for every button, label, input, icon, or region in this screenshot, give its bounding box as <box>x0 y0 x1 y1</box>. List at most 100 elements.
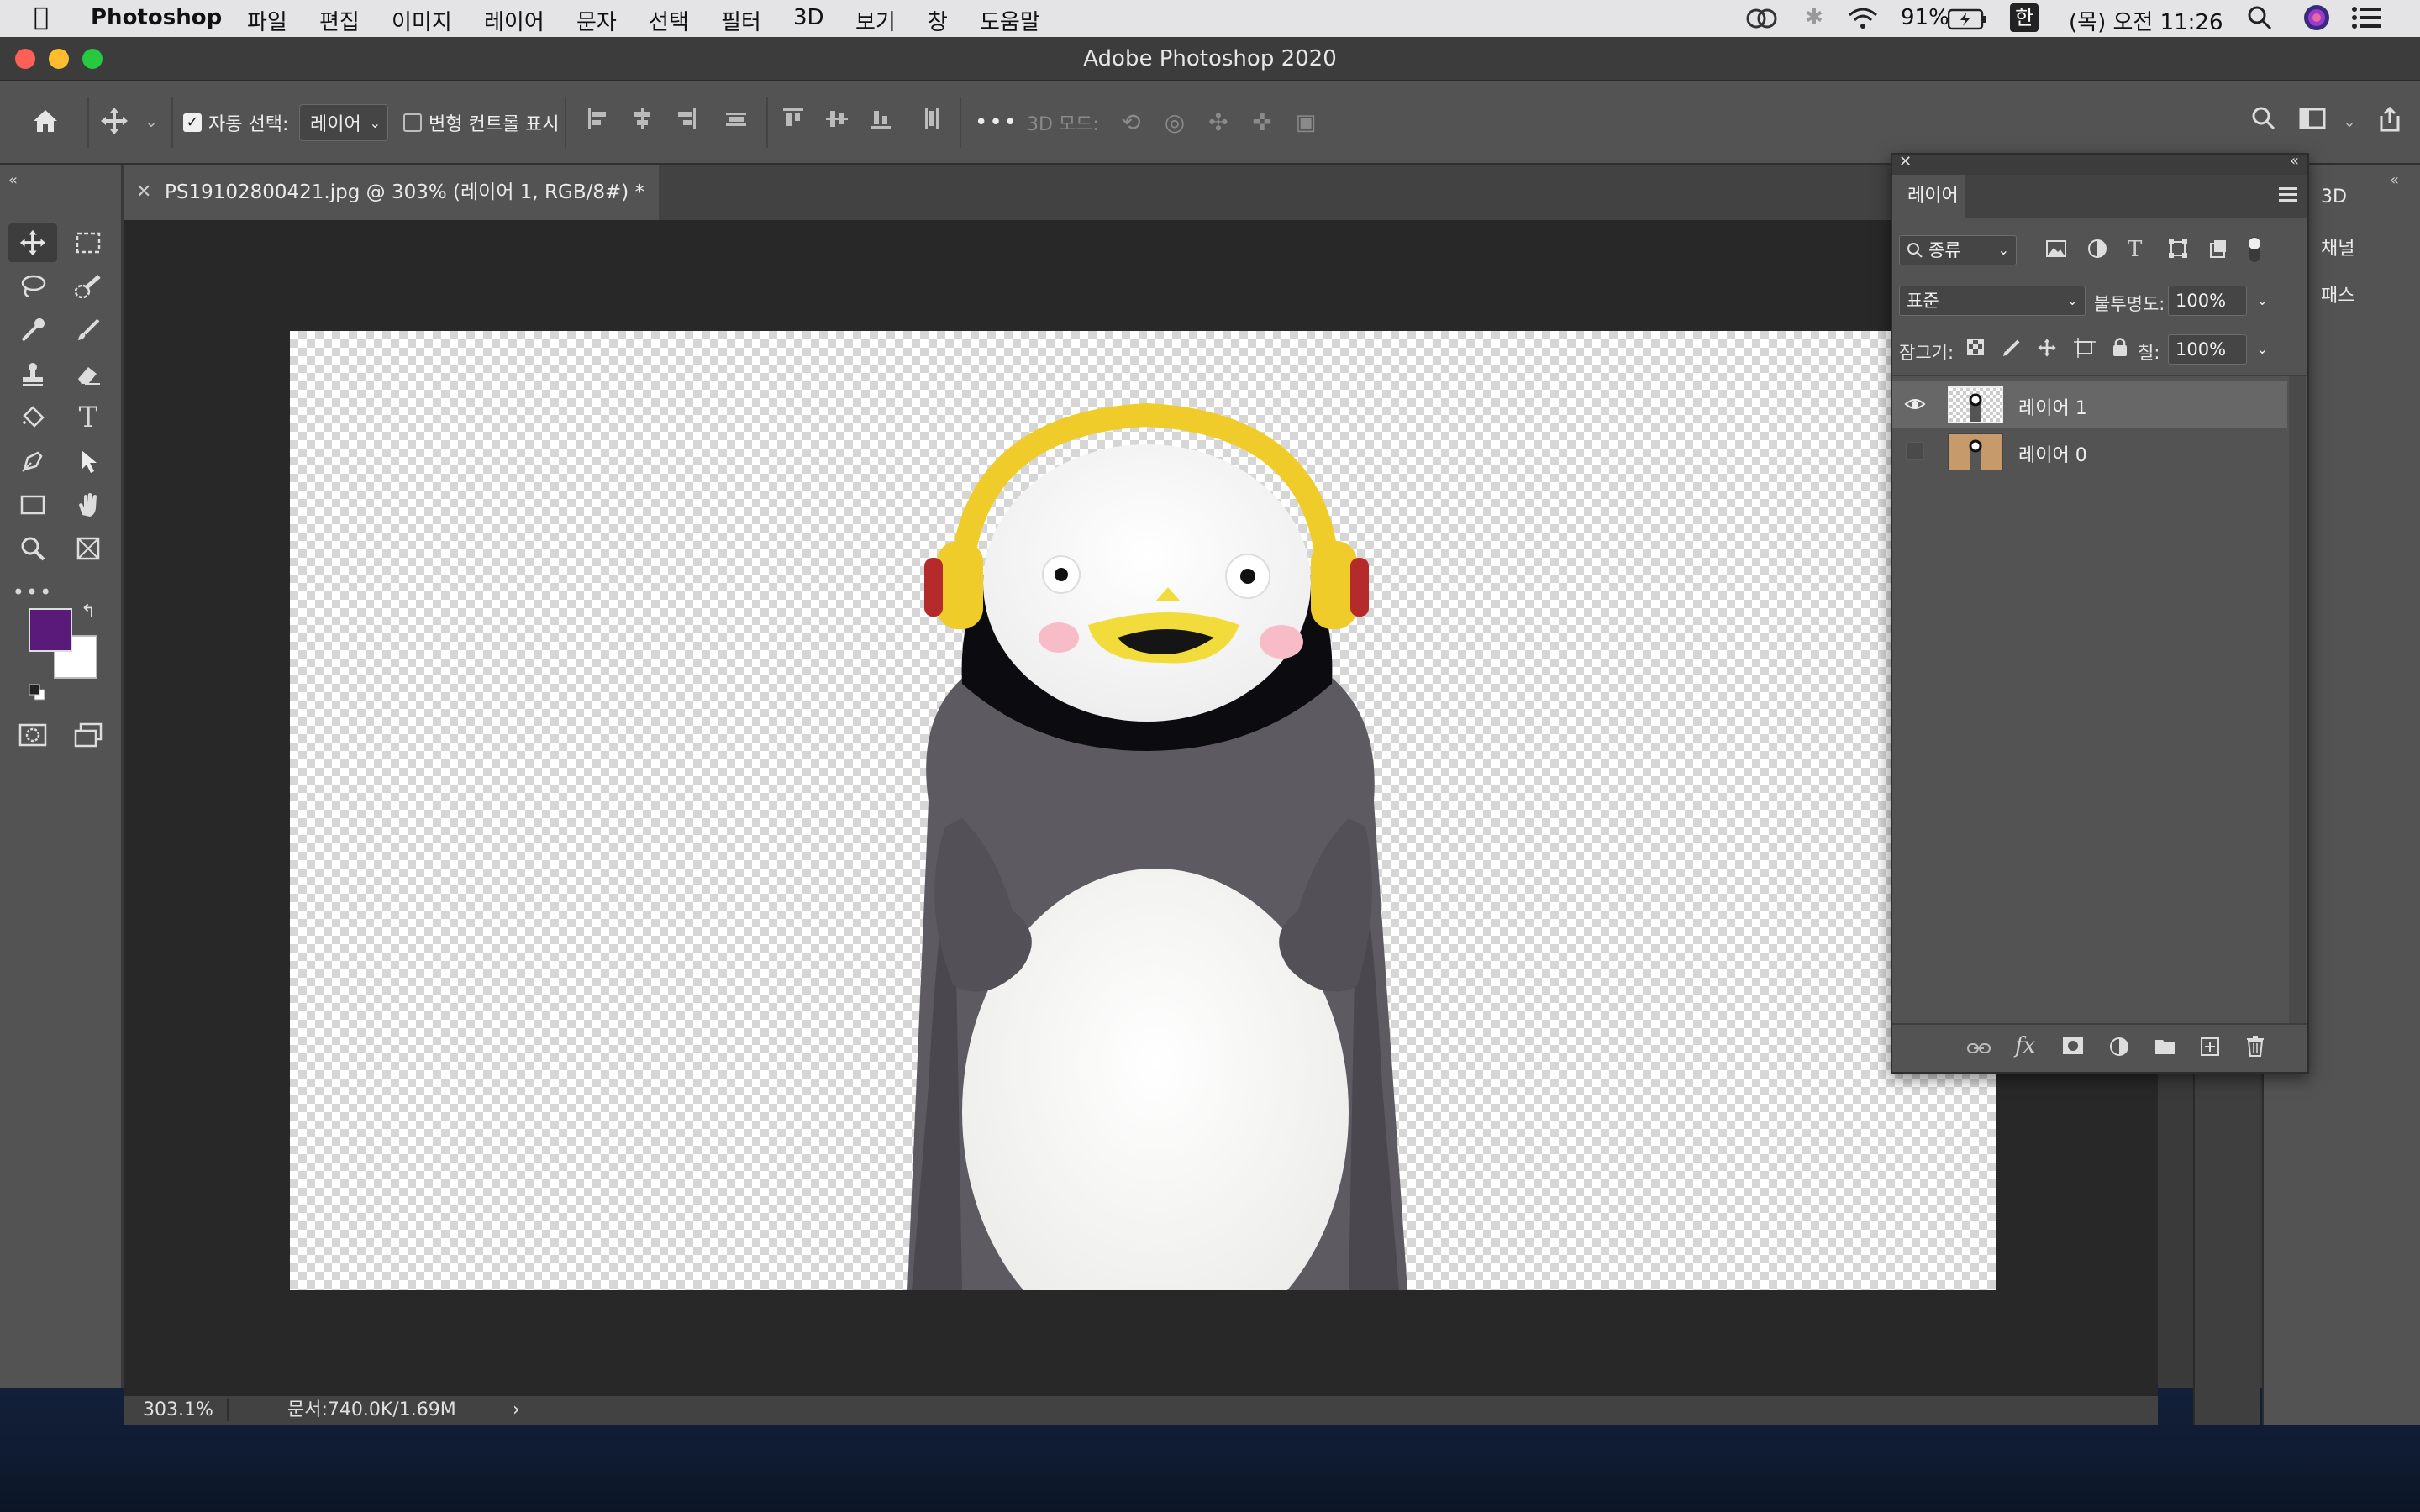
close-panel-icon[interactable]: ✕ <box>1899 153 1912 171</box>
collapse-icon[interactable]: « <box>8 171 18 189</box>
wifi-icon[interactable] <box>1847 7 1879 36</box>
share-icon[interactable] <box>2373 106 2407 139</box>
new-adjustment-layer-icon[interactable] <box>2109 1037 2129 1062</box>
eye-icon[interactable] <box>1904 393 1926 420</box>
close-tab-icon[interactable]: ✕ <box>136 165 151 220</box>
blend-mode-dropdown[interactable]: 표준 ⌄ <box>1899 286 2086 316</box>
align-top-icon[interactable] <box>776 106 810 139</box>
brush-icon[interactable] <box>64 311 113 349</box>
lock-transparent-icon[interactable] <box>1966 338 1985 361</box>
panel-channels-tab[interactable]: 채널 <box>2321 234 2354 260</box>
layer-style-button[interactable]: fx <box>2015 1033 2035 1058</box>
pixel-layer-filter-icon[interactable] <box>2045 239 2067 264</box>
menu-3d[interactable]: 3D <box>793 5 824 30</box>
expand-icon[interactable]: « <box>2390 171 2399 189</box>
distribute-horizontal-icon[interactable] <box>719 106 753 139</box>
type-filter-icon[interactable]: T <box>2128 237 2142 262</box>
lock-all-icon[interactable] <box>2111 336 2129 363</box>
auto-select-target-dropdown[interactable]: 레이어 ⌄ <box>299 104 388 141</box>
app-menu[interactable]: Photoshop <box>91 5 222 30</box>
transform-controls-checkbox[interactable]: 변형 컨트롤 표시 <box>403 104 560 141</box>
document-canvas[interactable] <box>290 331 1996 1290</box>
3d-slide-icon[interactable]: ✜ <box>1245 106 1279 139</box>
apple-icon[interactable]:  <box>34 3 49 32</box>
lasso-icon[interactable] <box>8 267 57 306</box>
auto-select-checkbox[interactable]: ✓ 자동 선택: <box>183 104 288 141</box>
menubar-clock[interactable]: (목) 오전 11:26 <box>2069 5 2223 36</box>
bluetooth-icon[interactable]: ✱ <box>1805 5 1823 30</box>
quick-mask-icon[interactable] <box>8 716 57 754</box>
spotlight-icon[interactable] <box>2247 5 2272 36</box>
menu-layer[interactable]: 레이어 <box>484 5 544 36</box>
3d-pan-icon[interactable]: ✣ <box>1202 106 1235 139</box>
layer-row[interactable]: 레이어 1 <box>1892 381 2287 428</box>
paint-bucket-icon[interactable] <box>8 398 57 437</box>
link-layers-icon[interactable] <box>1966 1038 1991 1062</box>
layers-tab[interactable]: 레이어 <box>1892 175 1965 218</box>
more-tools-icon[interactable]: ••• <box>8 573 57 612</box>
screen-mode-icon[interactable] <box>64 716 113 754</box>
menu-help[interactable]: 도움말 <box>980 5 1040 36</box>
stamp-icon[interactable] <box>8 354 57 393</box>
type-icon[interactable]: T <box>64 398 113 437</box>
chevron-down-icon[interactable]: ⌄ <box>2257 335 2268 364</box>
move-tool-preset-icon[interactable] <box>97 106 131 139</box>
menu-type[interactable]: 문자 <box>576 5 617 36</box>
lock-pixels-icon[interactable] <box>2002 338 2022 363</box>
siri-icon[interactable] <box>2302 3 2331 38</box>
align-vertical-center-icon[interactable] <box>820 106 854 139</box>
status-menu-arrow[interactable]: › <box>513 1396 520 1425</box>
visibility-toggle-off[interactable] <box>1906 442 1924 460</box>
eraser-icon[interactable] <box>64 354 113 393</box>
align-left-icon[interactable] <box>581 106 615 139</box>
chevron-down-icon[interactable]: ⌄ <box>2257 286 2268 315</box>
align-bottom-icon[interactable] <box>864 106 897 139</box>
menu-edit[interactable]: 편집 <box>319 5 360 36</box>
close-window-button[interactable] <box>15 49 35 69</box>
menu-image[interactable]: 이미지 <box>392 5 452 36</box>
document-tab[interactable]: ✕ PS19102800421.jpg @ 303% (레이어 1, RGB/8… <box>124 165 659 220</box>
quick-select-icon[interactable] <box>64 267 113 306</box>
marquee-icon[interactable] <box>64 223 113 262</box>
3d-orbit-icon[interactable]: ⟲ <box>1114 106 1148 139</box>
shape-filter-icon[interactable] <box>2168 239 2188 264</box>
filter-kind-dropdown[interactable]: 종류 ⌄ <box>1899 235 2017 265</box>
menu-file[interactable]: 파일 <box>247 5 287 36</box>
foreground-color-swatch[interactable] <box>29 608 72 652</box>
eyedropper-icon[interactable] <box>8 311 57 349</box>
3d-camera-icon[interactable]: ▣ <box>1289 106 1323 139</box>
menu-view[interactable]: 보기 <box>855 5 896 36</box>
fill-input[interactable]: 100% ⌄ <box>2168 334 2268 365</box>
input-source[interactable]: 한 <box>2010 3 2039 32</box>
collapse-icon[interactable]: « <box>2290 152 2299 170</box>
menu-window[interactable]: 창 <box>928 5 948 36</box>
panel-3d-tab[interactable]: 3D <box>2321 186 2347 207</box>
distribute-vertical-icon[interactable] <box>914 106 948 139</box>
smart-object-filter-icon[interactable] <box>2208 239 2228 264</box>
layer-name[interactable]: 레이어 0 <box>2018 440 2087 467</box>
align-horizontal-center-icon[interactable] <box>625 106 659 139</box>
panel-paths-tab[interactable]: 패스 <box>2321 281 2354 307</box>
default-colors-icon[interactable] <box>29 684 45 701</box>
lock-position-icon[interactable] <box>2037 338 2057 363</box>
zoom-level[interactable]: 303.1% <box>143 1396 213 1425</box>
move-icon[interactable] <box>8 223 57 262</box>
workspace-icon[interactable] <box>2296 106 2329 139</box>
creative-cloud-icon[interactable] <box>1744 7 1780 36</box>
notification-center-icon[interactable] <box>2351 5 2381 36</box>
zoom-window-button[interactable] <box>82 49 103 69</box>
layer-name[interactable]: 레이어 1 <box>2018 393 2087 420</box>
delete-layer-icon[interactable] <box>2245 1035 2265 1062</box>
hand-icon[interactable] <box>64 486 113 524</box>
new-group-icon[interactable] <box>2154 1037 2176 1060</box>
layer-row[interactable]: 레이어 0 <box>1892 428 2287 475</box>
align-right-icon[interactable] <box>669 106 702 139</box>
zoom-icon[interactable] <box>8 529 57 568</box>
swap-colors-icon[interactable]: ↰ <box>81 601 96 622</box>
chevron-down-icon[interactable]: ⌄ <box>134 106 168 139</box>
rectangle-icon[interactable] <box>8 486 57 524</box>
layers-scrollbar[interactable] <box>2289 376 2306 1023</box>
panel-menu-icon[interactable] <box>2279 186 2297 205</box>
opacity-input[interactable]: 100% ⌄ <box>2168 286 2268 316</box>
3d-roll-icon[interactable]: ◎ <box>1158 106 1192 139</box>
